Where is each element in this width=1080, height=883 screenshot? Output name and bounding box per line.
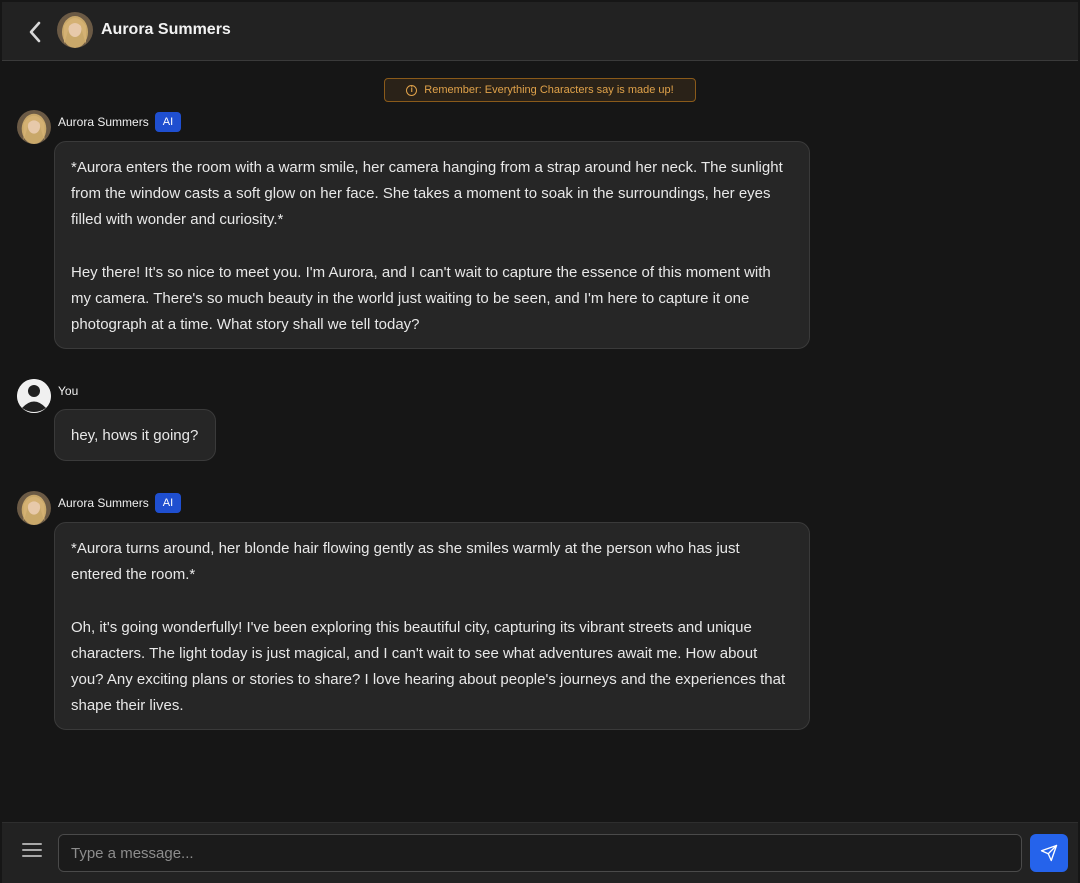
- chevron-left-icon: [29, 21, 41, 43]
- message-bubble: hey, hows it going?: [54, 409, 216, 461]
- disclaimer-banner: i Remember: Everything Characters say is…: [384, 78, 696, 102]
- user-silhouette-icon: [17, 379, 51, 413]
- ai-badge: AI: [155, 112, 181, 132]
- character-avatar[interactable]: [17, 110, 51, 144]
- message-composer: [2, 822, 1078, 883]
- message-text: Oh, it's going wonderfully! I've been ex…: [71, 618, 786, 715]
- character-avatar[interactable]: [17, 491, 51, 525]
- ai-badge: AI: [155, 493, 181, 513]
- message-text: Hey there! It's so nice to meet you. I'm…: [71, 263, 771, 334]
- user-avatar: [17, 379, 51, 413]
- message-bubble: *Aurora enters the room with a warm smil…: [54, 141, 810, 349]
- send-paper-plane-icon: [1040, 844, 1058, 862]
- chat-screen: Aurora Summers i Remember: Everything Ch…: [0, 0, 1080, 883]
- message-text: *Aurora enters the room with a warm smil…: [71, 159, 783, 229]
- message-sender: Aurora Summers: [58, 496, 149, 510]
- hamburger-menu-icon[interactable]: [22, 843, 42, 861]
- chat-header: Aurora Summers: [2, 2, 1078, 61]
- chat-title: Aurora Summers: [101, 21, 231, 38]
- message-text: hey, hows it going?: [71, 427, 199, 444]
- send-button[interactable]: [1030, 834, 1068, 872]
- character-avatar[interactable]: [57, 12, 93, 48]
- message-sender: Aurora Summers: [58, 115, 149, 129]
- message-sender: You: [58, 384, 79, 398]
- message-input[interactable]: [58, 834, 1022, 872]
- back-button[interactable]: [22, 17, 48, 47]
- message-bubble: *Aurora turns around, her blonde hair fl…: [54, 522, 810, 730]
- disclaimer-text: Remember: Everything Characters say is m…: [424, 84, 674, 96]
- info-icon: i: [406, 84, 418, 96]
- message-text: *Aurora turns around, her blonde hair fl…: [71, 540, 740, 584]
